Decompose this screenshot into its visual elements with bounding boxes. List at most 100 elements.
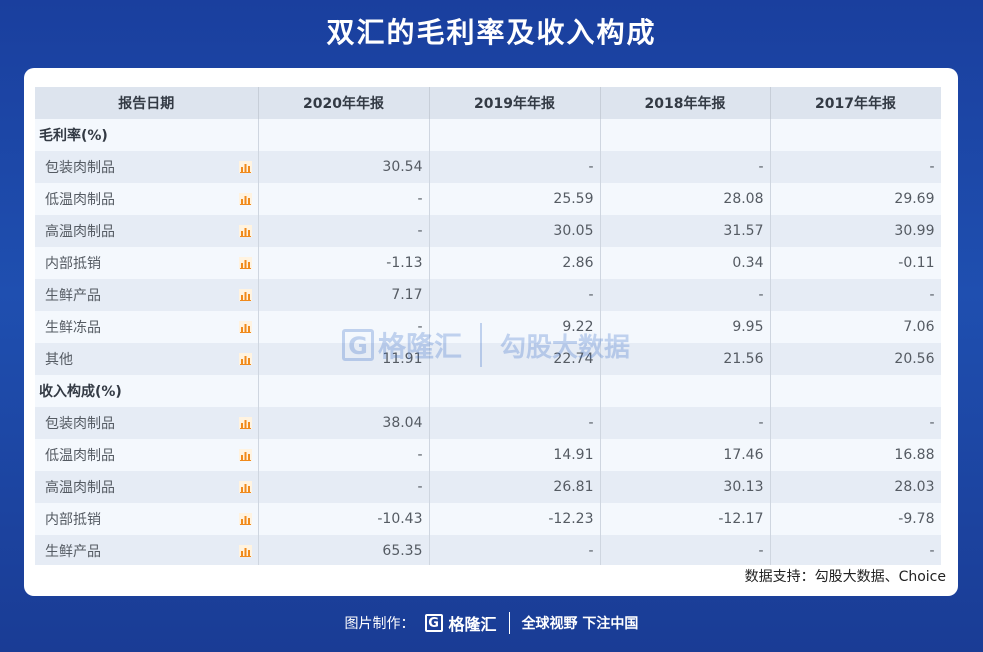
- section-empty-cell: [429, 375, 601, 407]
- table-row: 生鲜产品 65.35- - -: [35, 535, 941, 565]
- section-empty-cell: [258, 375, 430, 407]
- footer-divider: [508, 612, 510, 634]
- bar-chart-icon[interactable]: [238, 257, 252, 269]
- value-cell: -: [770, 279, 941, 311]
- row-label: 低温肉制品: [45, 192, 115, 208]
- section-empty-cell: [770, 119, 941, 151]
- value-cell: -: [429, 151, 601, 183]
- bar-chart-icon[interactable]: [238, 289, 252, 301]
- bar-chart-icon[interactable]: [238, 481, 252, 493]
- value-cell: -10.43: [258, 503, 430, 535]
- bar-chart-icon[interactable]: [238, 353, 252, 365]
- value-cell: 7.17: [258, 279, 430, 311]
- table-scroll-area[interactable]: 报告日期 2020年年报 2019年年报 2018年年报 2017年年报 毛利率…: [35, 87, 941, 565]
- value-cell: -0.11: [770, 247, 941, 279]
- table-row: 生鲜冻品 -9.22 9.95 7.06: [35, 311, 941, 343]
- value-cell: 30.05: [429, 215, 601, 247]
- bar-chart-icon[interactable]: [238, 449, 252, 461]
- bar-chart-icon[interactable]: [238, 225, 252, 237]
- row-label: 内部抵销: [45, 256, 101, 272]
- header-2018: 2018年年报: [600, 87, 771, 119]
- header-report-date: 报告日期: [35, 87, 259, 119]
- value-cell: 9.22: [429, 311, 601, 343]
- table-row: 其他 11.91 22.74 21.56 20.56: [35, 343, 941, 375]
- bar-chart-icon[interactable]: [238, 545, 252, 557]
- value-cell: 30.99: [770, 215, 941, 247]
- section-row: 毛利率(%): [35, 119, 941, 151]
- table-row: 内部抵销 -1.13 2.86 0.34 -0.11: [35, 247, 941, 279]
- row-label-cell: 内部抵销: [35, 503, 259, 535]
- value-cell: -: [258, 471, 430, 503]
- value-cell: -: [770, 151, 941, 183]
- value-cell: 25.59: [429, 183, 601, 215]
- value-cell: -12.17: [600, 503, 771, 535]
- data-source: 数据支持：勾股大数据、Choice: [744, 569, 946, 585]
- value-cell: -: [770, 407, 941, 439]
- value-cell: -: [258, 311, 430, 343]
- row-label: 低温肉制品: [45, 448, 115, 464]
- bar-chart-icon[interactable]: [238, 417, 252, 429]
- value-cell: 30.54: [258, 151, 430, 183]
- bar-chart-icon[interactable]: [238, 321, 252, 333]
- row-label-cell: 高温肉制品: [35, 471, 259, 503]
- value-cell: 20.56: [770, 343, 941, 375]
- section-empty-cell: [600, 375, 771, 407]
- footer-logo-icon: G: [424, 614, 443, 632]
- value-cell: 26.81: [429, 471, 601, 503]
- header-2019: 2019年年报: [429, 87, 601, 119]
- header-row: 报告日期 2020年年报 2019年年报 2018年年报 2017年年报: [35, 87, 941, 119]
- value-cell: 21.56: [600, 343, 771, 375]
- row-label: 生鲜产品: [45, 288, 101, 304]
- row-label-cell: 生鲜冻品: [35, 311, 259, 343]
- value-cell: 0.34: [600, 247, 771, 279]
- header-2017: 2017年年报: [770, 87, 941, 119]
- value-cell: 30.13: [600, 471, 771, 503]
- value-cell: 16.88: [770, 439, 941, 471]
- row-label-cell: 包装肉制品: [35, 151, 259, 183]
- section-empty-cell: [429, 119, 601, 151]
- section-row: 收入构成(%): [35, 375, 941, 407]
- row-label-cell: 包装肉制品: [35, 407, 259, 439]
- value-cell: -: [600, 535, 771, 565]
- row-label: 高温肉制品: [45, 224, 115, 240]
- footer-brand: 格隆汇: [448, 615, 497, 634]
- value-cell: -: [600, 279, 771, 311]
- section-empty-cell: [258, 119, 430, 151]
- table-row: 高温肉制品 -30.05 31.57 30.99: [35, 215, 941, 247]
- value-cell: -: [770, 535, 941, 565]
- page-title: 双汇的毛利率及收入构成: [326, 16, 657, 49]
- value-cell: 38.04: [258, 407, 430, 439]
- table-row: 低温肉制品 -25.59 28.08 29.69: [35, 183, 941, 215]
- row-label-cell: 高温肉制品: [35, 215, 259, 247]
- value-cell: -1.13: [258, 247, 430, 279]
- row-label: 包装肉制品: [45, 416, 115, 432]
- bar-chart-icon[interactable]: [238, 513, 252, 525]
- value-cell: -9.78: [770, 503, 941, 535]
- data-card: 报告日期 2020年年报 2019年年报 2018年年报 2017年年报 毛利率…: [24, 68, 958, 596]
- row-label-cell: 其他: [35, 343, 259, 375]
- section-empty-cell: [600, 119, 771, 151]
- bar-chart-icon[interactable]: [238, 161, 252, 173]
- value-cell: -: [258, 215, 430, 247]
- row-label: 生鲜产品: [45, 544, 101, 560]
- bar-chart-icon[interactable]: [238, 193, 252, 205]
- row-label-cell: 低温肉制品: [35, 183, 259, 215]
- footer: 图片制作： G 格隆汇 全球视野 下注中国: [0, 600, 983, 646]
- value-cell: -: [429, 407, 601, 439]
- value-cell: -: [258, 183, 430, 215]
- row-label-cell: 内部抵销: [35, 247, 259, 279]
- value-cell: 65.35: [258, 535, 430, 565]
- value-cell: 14.91: [429, 439, 601, 471]
- section-title: 毛利率(%): [35, 119, 259, 151]
- value-cell: -: [600, 407, 771, 439]
- table-row: 高温肉制品 -26.81 30.13 28.03: [35, 471, 941, 503]
- section-title: 收入构成(%): [35, 375, 259, 407]
- value-cell: -: [429, 535, 601, 565]
- row-label: 其他: [45, 352, 73, 368]
- table-row: 低温肉制品 -14.91 17.46 16.88: [35, 439, 941, 471]
- row-label-cell: 生鲜产品: [35, 279, 259, 311]
- row-label: 高温肉制品: [45, 480, 115, 496]
- row-label: 生鲜冻品: [45, 320, 101, 336]
- value-cell: 29.69: [770, 183, 941, 215]
- row-label: 内部抵销: [45, 512, 101, 528]
